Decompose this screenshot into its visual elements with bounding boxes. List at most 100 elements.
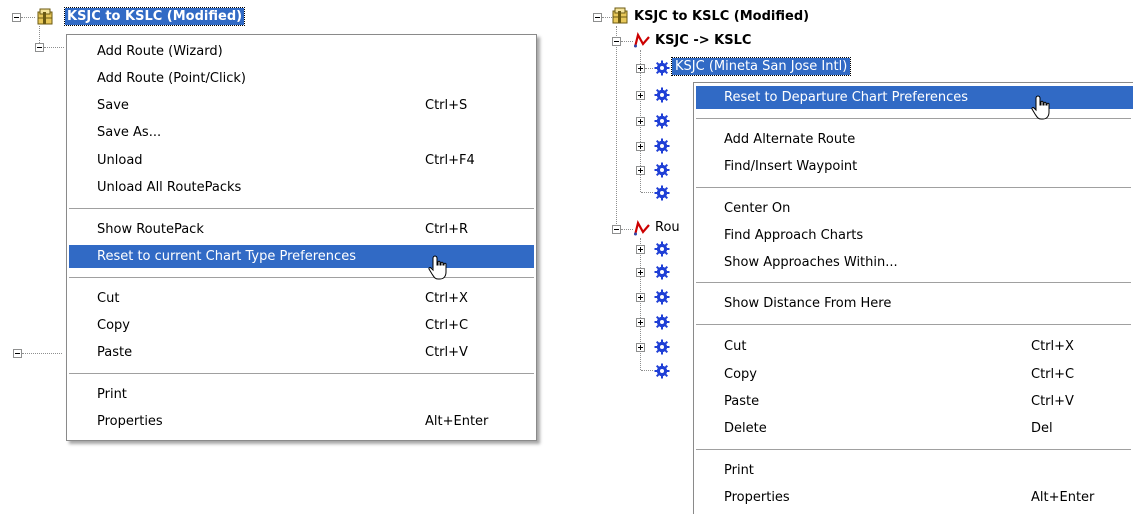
menu-separator (696, 282, 1131, 284)
collapse-toggle[interactable] (612, 37, 621, 46)
menu-item-cut[interactable]: Cut Ctrl+X (67, 287, 536, 310)
gear-icon (654, 264, 670, 280)
gear-icon (654, 289, 670, 305)
collapse-toggle[interactable] (13, 349, 22, 358)
menu-item-center-on[interactable]: Center On (694, 197, 1133, 220)
menu-label: Add Route (Point/Click) (97, 71, 246, 86)
menu-separator (69, 373, 534, 375)
routepack-icon (37, 8, 53, 25)
menu-label: Save As... (97, 125, 162, 140)
menu-item-paste[interactable]: Paste Ctrl+V (694, 390, 1133, 413)
menu-item-add-route-wizard[interactable]: Add Route (Wizard) (67, 40, 536, 63)
hand-cursor-icon (428, 255, 447, 280)
menu-label: Show RoutePack (97, 222, 204, 237)
collapse-toggle[interactable] (35, 43, 44, 52)
left-context-menu: Add Route (Wizard) Add Route (Point/Clic… (66, 34, 537, 441)
menu-item-properties[interactable]: Properties Alt+Enter (694, 486, 1133, 509)
root-node-title[interactable]: KSJC to KSLC (Modified) (632, 8, 811, 25)
menu-label: Show Distance From Here (724, 296, 892, 311)
menu-shortcut: Del (1031, 421, 1053, 436)
menu-label: Add Route (Wizard) (97, 44, 223, 59)
menu-label: Properties (97, 414, 163, 429)
menu-label: Reset to current Chart Type Preferences (97, 249, 356, 264)
menu-item-show-distance[interactable]: Show Distance From Here (694, 292, 1133, 315)
menu-separator (696, 187, 1131, 189)
menu-item-cut[interactable]: Cut Ctrl+X (694, 335, 1133, 358)
menu-shortcut: Ctrl+S (425, 98, 468, 113)
menu-shortcut: Alt+Enter (1031, 490, 1095, 505)
menu-item-print[interactable]: Print (67, 383, 536, 406)
menu-shortcut: Ctrl+X (425, 291, 468, 306)
expand-toggle[interactable] (636, 343, 645, 352)
menu-label: Paste (724, 394, 760, 409)
menu-item-reset-departure-prefs[interactable]: Reset to Departure Chart Preferences (696, 86, 1133, 109)
menu-separator (696, 324, 1131, 326)
menu-shortcut: Ctrl+F4 (425, 153, 475, 168)
menu-item-reset-chart-type-prefs[interactable]: Reset to current Chart Type Preferences (69, 245, 534, 268)
gear-icon (654, 339, 670, 355)
expand-toggle[interactable] (636, 293, 645, 302)
menu-label: Cut (724, 339, 747, 354)
gear-icon (654, 363, 670, 379)
gear-icon (654, 185, 670, 201)
menu-item-properties[interactable]: Properties Alt+Enter (67, 410, 536, 433)
menu-label: Unload All RoutePacks (97, 180, 242, 195)
gear-icon (654, 314, 670, 330)
menu-item-show-approaches-within[interactable]: Show Approaches Within... (694, 251, 1133, 274)
route-node-title[interactable]: KSJC -> KSLC (655, 33, 751, 48)
expand-toggle[interactable] (636, 142, 645, 151)
menu-label: Print (97, 387, 127, 402)
route-node-title-partial[interactable]: Rou (655, 220, 680, 235)
menu-item-find-approach-charts[interactable]: Find Approach Charts (694, 224, 1133, 247)
menu-separator (69, 208, 534, 210)
menu-label: Find/Insert Waypoint (724, 159, 858, 174)
menu-label: Copy (724, 367, 757, 382)
menu-label: Print (724, 463, 754, 478)
menu-separator (69, 277, 534, 279)
menu-item-paste[interactable]: Paste Ctrl+V (67, 341, 536, 364)
gear-icon (654, 87, 670, 103)
menu-item-add-alternate-route[interactable]: Add Alternate Route (694, 128, 1133, 151)
menu-item-save[interactable]: Save Ctrl+S (67, 94, 536, 117)
menu-item-delete[interactable]: Delete Del (694, 417, 1133, 440)
menu-label: Paste (97, 345, 133, 360)
menu-item-add-route-point-click[interactable]: Add Route (Point/Click) (67, 67, 536, 90)
menu-label: Add Alternate Route (724, 132, 856, 147)
root-node-title[interactable]: KSJC to KSLC (Modified) (63, 7, 246, 26)
menu-item-find-insert-waypoint[interactable]: Find/Insert Waypoint (694, 155, 1133, 178)
expand-toggle[interactable] (636, 117, 645, 126)
menu-item-unload-all[interactable]: Unload All RoutePacks (67, 176, 536, 199)
menu-label: Cut (97, 291, 120, 306)
gear-icon (654, 241, 670, 257)
menu-label: Show Approaches Within... (724, 255, 898, 270)
expand-toggle[interactable] (636, 91, 645, 100)
menu-item-unload[interactable]: Unload Ctrl+F4 (67, 149, 536, 172)
menu-label: Reset to Departure Chart Preferences (724, 90, 969, 105)
right-context-menu: Reset to Departure Chart Preferences Add… (693, 82, 1133, 514)
menu-separator (696, 118, 1131, 120)
menu-shortcut: Ctrl+V (1031, 394, 1074, 409)
menu-label: Unload (97, 153, 143, 168)
expand-toggle[interactable] (636, 318, 645, 327)
menu-item-save-as[interactable]: Save As... (67, 121, 536, 144)
menu-item-copy[interactable]: Copy Ctrl+C (694, 363, 1133, 386)
expand-toggle[interactable] (636, 268, 645, 277)
waypoint-node-selected[interactable]: KSJC (Mineta San Jose Intl) (670, 57, 852, 76)
collapse-toggle[interactable] (12, 13, 21, 22)
menu-shortcut: Ctrl+V (425, 345, 468, 360)
menu-separator (696, 449, 1131, 451)
expand-toggle[interactable] (636, 166, 645, 175)
hand-cursor-icon (1031, 95, 1050, 120)
menu-label: Find Approach Charts (724, 228, 864, 243)
menu-label: Properties (724, 490, 790, 505)
menu-item-copy[interactable]: Copy Ctrl+C (67, 314, 536, 337)
menu-item-print[interactable]: Print (694, 459, 1133, 482)
expand-toggle[interactable] (636, 245, 645, 254)
menu-item-show-routepack[interactable]: Show RoutePack Ctrl+R (67, 218, 536, 241)
menu-label: Save (97, 98, 129, 113)
expand-toggle[interactable] (636, 64, 645, 73)
collapse-toggle[interactable] (593, 13, 602, 22)
menu-shortcut: Alt+Enter (425, 414, 489, 429)
menu-shortcut: Ctrl+X (1031, 339, 1074, 354)
collapse-toggle[interactable] (612, 225, 621, 234)
